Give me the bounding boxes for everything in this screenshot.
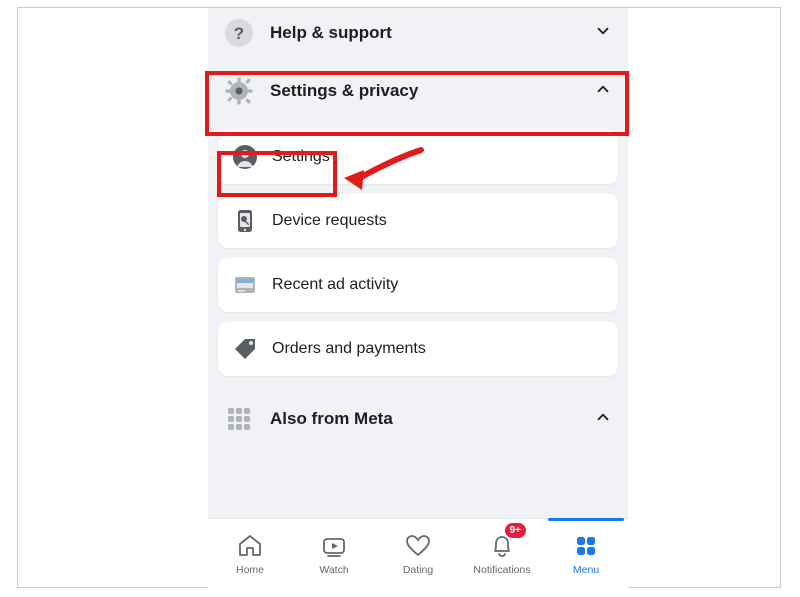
settings-privacy-items: Settings Device requests bbox=[208, 130, 628, 384]
watch-icon bbox=[320, 532, 348, 560]
menu-item-recent-ad-activity[interactable]: Recent ad activity bbox=[218, 258, 618, 312]
menu-item-orders-payments[interactable]: Orders and payments bbox=[218, 322, 618, 376]
tab-label: Menu bbox=[573, 564, 599, 576]
home-icon bbox=[236, 532, 264, 560]
menu-item-label: Device requests bbox=[272, 212, 387, 230]
chevron-down-icon bbox=[594, 22, 612, 45]
menu-item-device-requests[interactable]: Device requests bbox=[218, 194, 618, 248]
tab-watch[interactable]: Watch bbox=[292, 519, 376, 588]
price-tag-icon bbox=[232, 336, 258, 362]
tab-label: Dating bbox=[403, 564, 433, 576]
tab-label: Watch bbox=[319, 564, 348, 576]
menu-item-label: Recent ad activity bbox=[272, 276, 398, 294]
section-header-help[interactable]: ? Help & support bbox=[208, 8, 628, 62]
menu-item-label: Orders and payments bbox=[272, 340, 426, 358]
section-label: Also from Meta bbox=[270, 409, 594, 429]
section-header-settings-privacy[interactable]: Settings & privacy bbox=[208, 62, 628, 120]
bottom-tab-bar: Home Watch Dating bbox=[208, 518, 628, 588]
tab-notifications[interactable]: 9+ Notifications bbox=[460, 519, 544, 588]
app-frame: ? Help & support bbox=[17, 7, 781, 588]
person-circle-icon bbox=[232, 144, 258, 170]
phone-screen: ? Help & support bbox=[208, 8, 628, 588]
tab-menu[interactable]: Menu bbox=[544, 519, 628, 588]
svg-text:?: ? bbox=[234, 24, 244, 43]
chevron-up-icon bbox=[594, 80, 612, 103]
active-tab-indicator bbox=[548, 518, 624, 521]
menu-item-label: Settings bbox=[272, 148, 330, 166]
tab-label: Home bbox=[236, 564, 264, 576]
tab-label: Notifications bbox=[473, 564, 530, 576]
heart-icon bbox=[404, 532, 432, 560]
help-icon: ? bbox=[224, 18, 254, 48]
menu-grid-icon bbox=[572, 532, 600, 560]
gear-icon bbox=[224, 76, 254, 106]
menu-item-settings[interactable]: Settings bbox=[218, 130, 618, 184]
section-label: Settings & privacy bbox=[270, 81, 594, 101]
tab-home[interactable]: Home bbox=[208, 519, 292, 588]
section-label: Help & support bbox=[270, 23, 594, 43]
section-header-also-from-meta[interactable]: Also from Meta bbox=[208, 390, 628, 448]
ad-activity-icon bbox=[232, 272, 258, 298]
chevron-up-icon bbox=[594, 408, 612, 431]
notification-badge: 9+ bbox=[505, 523, 526, 538]
apps-grid-icon bbox=[224, 404, 254, 434]
tab-dating[interactable]: Dating bbox=[376, 519, 460, 588]
device-icon bbox=[232, 208, 258, 234]
